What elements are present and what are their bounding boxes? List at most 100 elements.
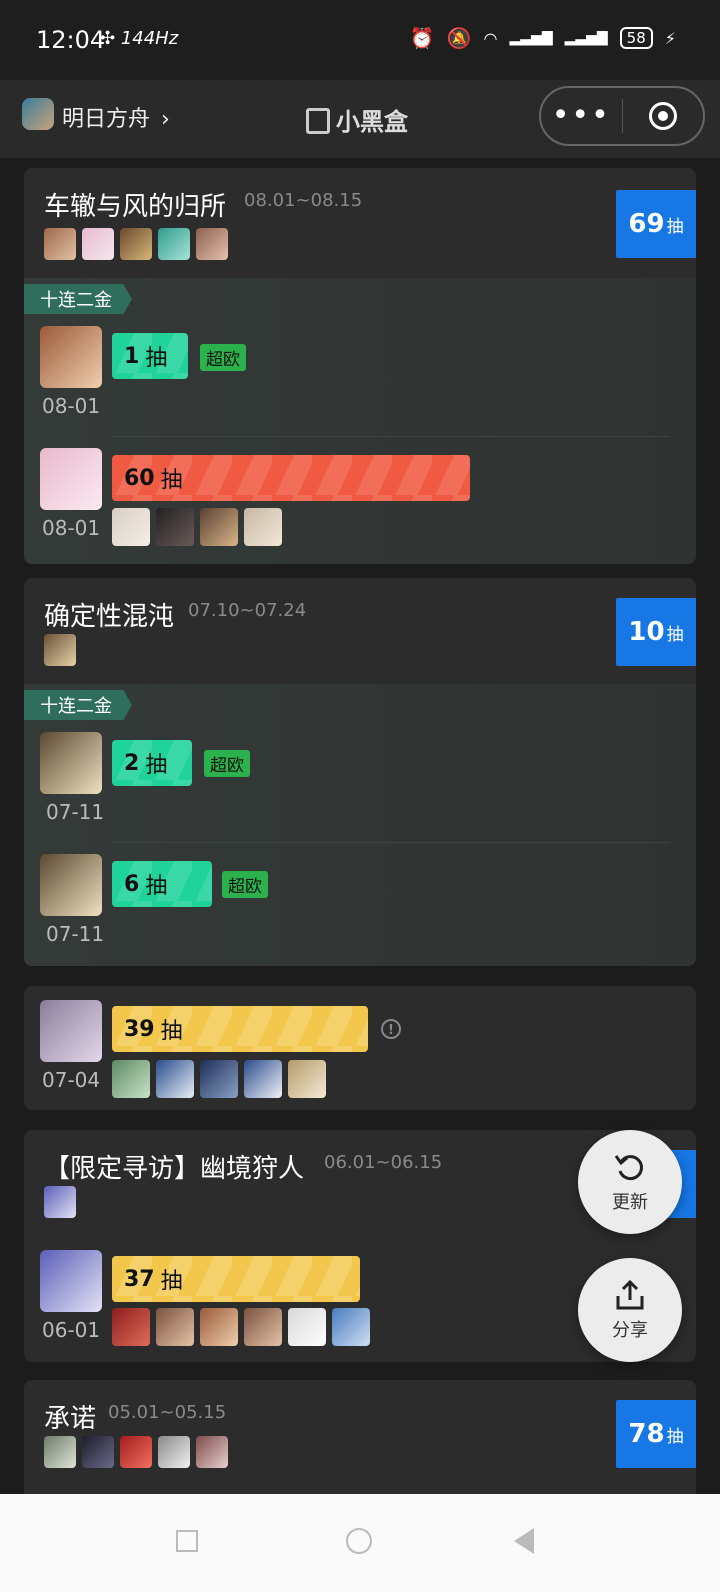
recents-button[interactable] — [176, 1530, 198, 1552]
operator-avatar — [244, 508, 282, 546]
share-label: 分享 — [612, 1320, 648, 1341]
total-pulls-badge: 69 抽 — [616, 190, 696, 258]
game-switcher[interactable]: 明日方舟 › — [62, 101, 170, 133]
battery-icon: 58 — [619, 27, 653, 49]
banner-title: 承诺 — [44, 1404, 97, 1434]
operator-avatar — [156, 1308, 194, 1346]
operator-avatar — [156, 508, 194, 546]
operator-avatar — [288, 1060, 326, 1098]
pull-date: 08-01 — [42, 394, 101, 418]
operator-thumbs — [44, 228, 228, 260]
operator-avatar — [200, 1060, 238, 1098]
heybox-logo-icon — [306, 108, 330, 134]
operator-avatar — [112, 1308, 150, 1346]
operator-portrait — [40, 854, 102, 916]
pull-date: 06-01 — [42, 1318, 101, 1342]
operator-avatar — [44, 1186, 76, 1218]
pull-operator-thumbs — [112, 1308, 370, 1346]
pull-date: 07-11 — [46, 800, 105, 824]
pull-operator-thumbs — [112, 1060, 326, 1098]
banner-date: 05.01~05.15 — [108, 1402, 227, 1423]
operator-avatar — [196, 1436, 228, 1468]
more-button[interactable]: ••• — [541, 101, 622, 131]
lucky-badge: 超欧 — [200, 344, 246, 371]
pull-bar: 60 抽 — [112, 455, 470, 501]
alarm-icon: ⏰ — [409, 26, 435, 50]
ten-pull-ribbon: 十连二金 — [24, 284, 132, 314]
banner-title: 确定性混沌 — [44, 602, 175, 632]
miniapp-capsule: ••• — [539, 86, 705, 146]
info-icon[interactable]: ! — [381, 1019, 401, 1039]
divider — [112, 842, 670, 843]
wifi-icon: ◠ — [483, 28, 498, 48]
banner-date: 06.01~06.15 — [324, 1152, 443, 1173]
operator-avatar — [332, 1308, 370, 1346]
game-name: 明日方舟 — [62, 107, 151, 132]
signal-5g-icon: ▂▃▅▇ — [509, 30, 553, 46]
banner-title: 【限定寻访】幽境狩人 — [44, 1154, 305, 1184]
refresh-label: 更新 — [612, 1192, 648, 1213]
operator-avatar — [158, 228, 190, 260]
operator-avatar — [244, 1060, 282, 1098]
brand-logo: 小黑盒 — [306, 102, 408, 137]
operator-thumbs — [44, 1436, 228, 1468]
operator-avatar — [196, 228, 228, 260]
banner-card[interactable]: 确定性混沌 07.10~07.24 10 抽 十连二金 07-11 2抽 超欧 0… — [24, 578, 696, 966]
operator-avatar — [200, 508, 238, 546]
pull-date: 08-01 — [42, 516, 101, 540]
operator-avatar — [82, 1436, 114, 1468]
back-button[interactable] — [514, 1528, 534, 1554]
operator-avatar — [120, 228, 152, 260]
lucky-badge: 超欧 — [204, 750, 250, 777]
operator-avatar — [82, 228, 114, 260]
game-avatar[interactable] — [22, 98, 54, 130]
operator-portrait — [40, 448, 102, 510]
close-button[interactable] — [623, 102, 704, 130]
operator-avatar — [112, 508, 150, 546]
chevron-right-icon: › — [161, 107, 170, 132]
charging-icon: ⚡ — [664, 28, 676, 48]
operator-avatar — [112, 1060, 150, 1098]
operator-avatar — [158, 1436, 190, 1468]
pull-bar: 2抽 — [112, 740, 192, 786]
banner-card[interactable]: 07-04 39 抽 ! — [24, 986, 696, 1110]
operator-portrait — [40, 326, 102, 388]
pull-bar: 6抽 — [112, 861, 212, 907]
fan-icon: ✣ — [100, 28, 116, 49]
operator-avatar — [200, 1308, 238, 1346]
lucky-badge: 超欧 — [222, 871, 268, 898]
divider — [112, 436, 670, 437]
pull-operator-thumbs — [112, 508, 282, 546]
pull-bar: 37 抽 — [112, 1256, 360, 1302]
banner-date: 08.01~08.15 — [244, 190, 363, 211]
operator-avatar — [156, 1060, 194, 1098]
banner-card[interactable]: 车辙与风的归所 08.01~08.15 69 抽 十连二金 08-01 1抽 超欧… — [24, 168, 696, 564]
refresh-icon — [614, 1155, 643, 1181]
operator-portrait — [40, 1250, 102, 1312]
pull-bar: 39 抽 — [112, 1006, 368, 1052]
signal-4g-icon: ▂▃▅▇ — [564, 30, 608, 46]
home-button[interactable] — [346, 1528, 372, 1554]
operator-avatar — [288, 1308, 326, 1346]
operator-avatar — [44, 228, 76, 260]
banner-title: 车辙与风的归所 — [44, 192, 227, 222]
operator-avatar — [44, 634, 76, 666]
pull-list: 十连二金 08-01 1抽 超欧 08-01 60 抽 — [24, 278, 696, 564]
status-icons: ⏰ 🔕 ◠ ▂▃▅▇ ▂▃▅▇ 58 ⚡ — [410, 26, 676, 50]
more-icon: ••• — [551, 98, 611, 133]
mute-icon: 🔕 — [446, 26, 472, 50]
refresh-rate: 144Hz — [120, 28, 179, 49]
operator-avatar — [244, 1308, 282, 1346]
share-button[interactable]: 分享 — [578, 1258, 682, 1362]
operator-avatar — [120, 1436, 152, 1468]
operator-avatar — [44, 1436, 76, 1468]
operator-thumbs — [44, 634, 76, 666]
pull-bar: 1抽 — [112, 333, 188, 379]
operator-portrait — [40, 1000, 102, 1062]
banner-date: 07.10~07.24 — [188, 600, 307, 621]
pull-date: 07-11 — [46, 922, 105, 946]
pull-date: 07-04 — [42, 1068, 101, 1092]
total-pulls-badge: 78 抽 — [616, 1400, 696, 1468]
total-pulls-badge: 10 抽 — [616, 598, 696, 666]
refresh-button[interactable]: 更新 — [578, 1130, 682, 1234]
